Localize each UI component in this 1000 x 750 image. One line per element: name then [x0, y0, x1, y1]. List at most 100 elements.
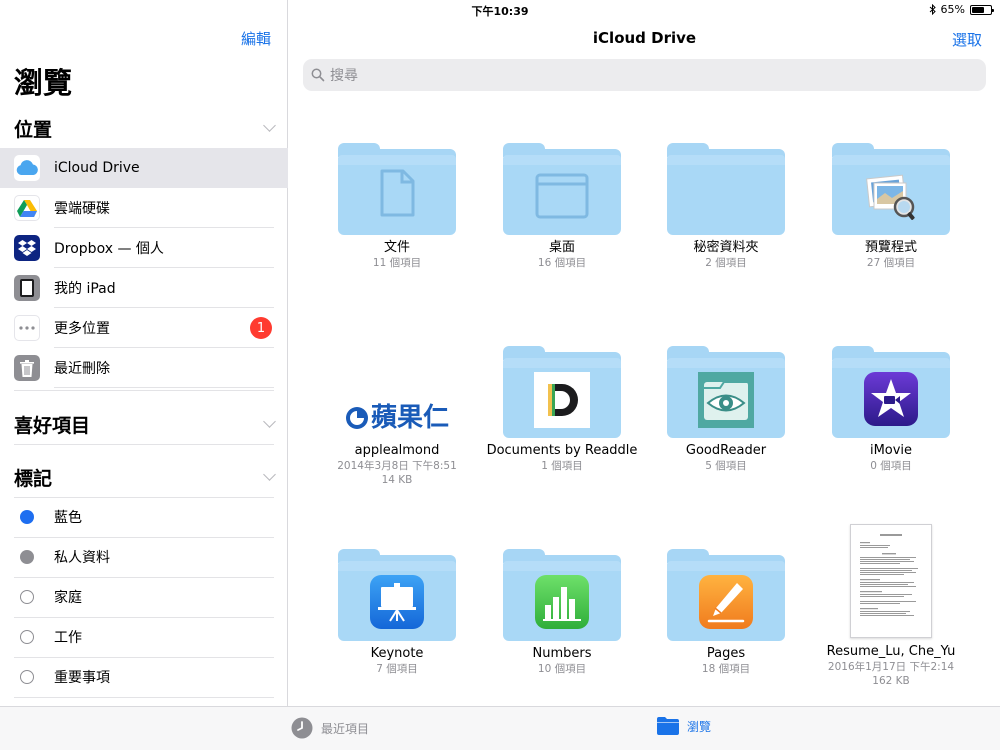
- search-input[interactable]: 搜尋: [303, 59, 986, 91]
- more-icon: [14, 315, 40, 341]
- icloud-icon: [14, 155, 40, 181]
- sidebar-item-google-drive[interactable]: 雲端硬碟: [0, 188, 288, 228]
- folder-item-documents[interactable]: 文件 11 個項目: [317, 143, 477, 270]
- item-name: Documents by Readdle: [486, 443, 638, 458]
- item-name: 秘密資料夾: [693, 240, 759, 255]
- item-name: 文件: [383, 240, 410, 255]
- file-item-resume[interactable]: Resume_Lu, Che_Yu 2016年1月17日 下午2:14 162 …: [811, 524, 971, 688]
- section-header-favorites[interactable]: 喜好項目: [14, 404, 288, 444]
- clock-icon: [291, 717, 313, 739]
- notification-badge: 1: [250, 317, 272, 339]
- item-name: Numbers: [532, 646, 592, 661]
- tag-item-home[interactable]: 家庭: [0, 577, 288, 617]
- sidebar-item-label: 雲端硬碟: [54, 201, 110, 217]
- tab-browse[interactable]: 瀏覽: [657, 717, 711, 735]
- item-name: applealmond: [354, 443, 440, 458]
- folder-item-numbers[interactable]: Numbers 10 個項目: [482, 549, 642, 676]
- item-meta: 5 個項目: [705, 460, 747, 472]
- item-meta: 18 個項目: [701, 663, 751, 675]
- google-drive-icon: [14, 195, 40, 221]
- divider: [14, 697, 274, 698]
- section-title-tags: 標記: [14, 467, 53, 490]
- location-list: iCloud Drive 雲端硬碟 Dropbox — 個人 我的 iPad 更…: [0, 148, 288, 388]
- item-name: GoodReader: [685, 443, 767, 458]
- documents-readdle-icon: [534, 372, 590, 428]
- goodreader-icon: [698, 372, 754, 428]
- item-meta: 1 個項目: [541, 460, 583, 472]
- item-size: 162 KB: [872, 675, 910, 687]
- sidebar-item-recently-deleted[interactable]: 最近刪除: [0, 348, 288, 388]
- item-name: Keynote: [370, 646, 424, 661]
- search-placeholder: 搜尋: [330, 68, 358, 84]
- item-meta: 27 個項目: [866, 257, 916, 269]
- item-meta: 2014年3月8日 下午8:51: [337, 460, 457, 472]
- item-name: iMovie: [869, 443, 913, 458]
- folder-item-documents-readdle[interactable]: Documents by Readdle 1 個項目: [482, 346, 642, 473]
- folder-item-desktop[interactable]: 桌面 16 個項目: [482, 143, 642, 270]
- sidebar: 編輯 瀏覽 位置 iCloud Drive 雲端硬碟 Dropbox — 個人: [0, 0, 288, 706]
- page-title: iCloud Drive: [592, 29, 697, 47]
- tag-label: 私人資料: [54, 550, 110, 566]
- item-meta: 16 個項目: [537, 257, 587, 269]
- folder-item-goodreader[interactable]: GoodReader 5 個項目: [646, 346, 806, 473]
- select-button[interactable]: 選取: [952, 29, 982, 50]
- sidebar-item-icloud-drive[interactable]: iCloud Drive: [0, 148, 288, 188]
- sidebar-item-label: Dropbox — 個人: [54, 241, 164, 257]
- sidebar-item-dropbox[interactable]: Dropbox — 個人: [0, 228, 288, 268]
- applealmond-logo-icon: 蘋果仁: [338, 402, 456, 434]
- folder-icon: [667, 143, 785, 235]
- sidebar-item-label: 更多位置: [54, 321, 110, 337]
- tag-item-important[interactable]: 重要事項: [0, 657, 288, 697]
- tag-color-dot: [20, 510, 34, 524]
- main-content: iCloud Drive 選取 搜尋 文件 11 個項目 桌面 16 個項目 秘…: [289, 0, 1000, 706]
- folder-item-preview[interactable]: 預覽程式 27 個項目: [811, 143, 971, 270]
- tag-color-dot: [20, 550, 34, 564]
- section-title-favorites: 喜好項目: [14, 414, 91, 437]
- tag-label: 家庭: [54, 590, 82, 606]
- sidebar-item-label: 我的 iPad: [54, 281, 116, 297]
- tag-item-work[interactable]: 工作: [0, 617, 288, 657]
- dropbox-icon: [14, 235, 40, 261]
- folder-item-pages[interactable]: Pages 18 個項目: [646, 549, 806, 676]
- item-name: Resume_Lu, Che_Yu: [826, 644, 956, 659]
- item-meta: 2 個項目: [705, 257, 747, 269]
- tag-label: 重要事項: [54, 670, 110, 686]
- item-meta: 7 個項目: [376, 663, 418, 675]
- tag-color-dot: [20, 670, 34, 684]
- ipad-icon: [14, 275, 40, 301]
- folder-item-imovie[interactable]: iMovie 0 個項目: [811, 346, 971, 473]
- chevron-down-icon[interactable]: [263, 119, 276, 132]
- search-icon: [311, 68, 325, 82]
- tag-label: 工作: [54, 630, 82, 646]
- logo-text: 蘋果仁: [370, 403, 449, 433]
- tag-item-private[interactable]: 私人資料: [0, 537, 288, 577]
- tag-color-dot: [20, 630, 34, 644]
- file-item-applealmond[interactable]: 蘋果仁 applealmond 2014年3月8日 下午8:51 14 KB: [317, 346, 477, 487]
- item-name: 預覽程式: [864, 240, 917, 255]
- numbers-icon: [535, 575, 589, 629]
- folder-item-keynote[interactable]: Keynote 7 個項目: [317, 549, 477, 676]
- item-meta: 2016年1月17日 下午2:14: [827, 661, 955, 673]
- tab-recent[interactable]: 最近項目: [291, 717, 369, 739]
- item-meta: 10 個項目: [537, 663, 587, 675]
- chevron-down-icon[interactable]: [263, 415, 276, 428]
- folder-icon: [657, 717, 679, 735]
- item-name: 桌面: [548, 240, 575, 255]
- section-header-tags[interactable]: 標記: [14, 457, 288, 497]
- tab-bar: 最近項目 瀏覽: [0, 706, 1000, 750]
- folder-item-secret[interactable]: 秘密資料夾 2 個項目: [646, 143, 806, 270]
- chevron-down-icon[interactable]: [263, 468, 276, 481]
- sidebar-item-my-ipad[interactable]: 我的 iPad: [0, 268, 288, 308]
- section-header-locations[interactable]: 位置: [14, 108, 288, 148]
- edit-button[interactable]: 編輯: [241, 28, 271, 49]
- sidebar-item-label: 最近刪除: [54, 361, 110, 377]
- tab-label: 瀏覽: [687, 719, 712, 734]
- tag-list: 藍色 私人資料 家庭 工作 重要事項: [0, 497, 288, 697]
- tag-label: 藍色: [54, 510, 82, 526]
- item-meta: 0 個項目: [870, 460, 912, 472]
- pages-icon: [699, 575, 753, 629]
- tag-color-dot: [20, 590, 34, 604]
- divider: [14, 390, 274, 391]
- tag-item-blue[interactable]: 藍色: [0, 497, 288, 537]
- sidebar-item-more-locations[interactable]: 更多位置 1: [0, 308, 288, 348]
